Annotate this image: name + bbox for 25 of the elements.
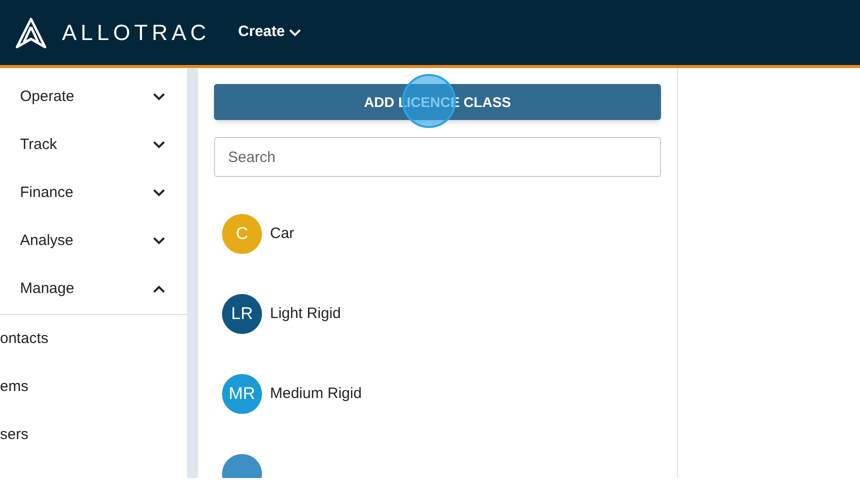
- sidebar-section[interactable]: Manage: [0, 265, 187, 313]
- chevron-down-icon: [288, 28, 301, 36]
- licence-class-link[interactable]: Medium Rigid: [270, 382, 362, 406]
- chevron-down-icon: [153, 93, 165, 101]
- licence-class-link[interactable]: Car: [270, 222, 294, 246]
- sidebar-item[interactable]: ems: [0, 376, 28, 398]
- logo-icon: [15, 16, 47, 48]
- logo-text: ALLOTRAC: [62, 19, 210, 47]
- chevron-down-icon: [153, 189, 165, 197]
- sidebar-item[interactable]: sers: [0, 424, 28, 446]
- create-menu[interactable]: Create: [238, 21, 301, 44]
- sidebar-section[interactable]: Finance: [0, 169, 187, 217]
- licence-class-link[interactable]: Light Rigid: [270, 302, 341, 326]
- avatar-initials: LR: [222, 294, 262, 334]
- chevron-down-icon: [153, 141, 165, 149]
- avatar-initials: MR: [222, 374, 262, 414]
- chevron-down-icon: [153, 237, 165, 245]
- sidebar-section[interactable]: Track: [0, 121, 187, 169]
- sidebar-section[interactable]: Analyse: [0, 217, 187, 265]
- sidebar-item[interactable]: ontacts: [0, 328, 48, 350]
- search-field[interactable]: Search: [214, 137, 661, 177]
- add-licence-class-button[interactable]: ADD LICENCE CLASS: [214, 84, 661, 120]
- avatar-initials: C: [222, 214, 262, 254]
- sidebar-section[interactable]: Operate: [0, 73, 187, 121]
- chevron-up-icon: [153, 285, 165, 293]
